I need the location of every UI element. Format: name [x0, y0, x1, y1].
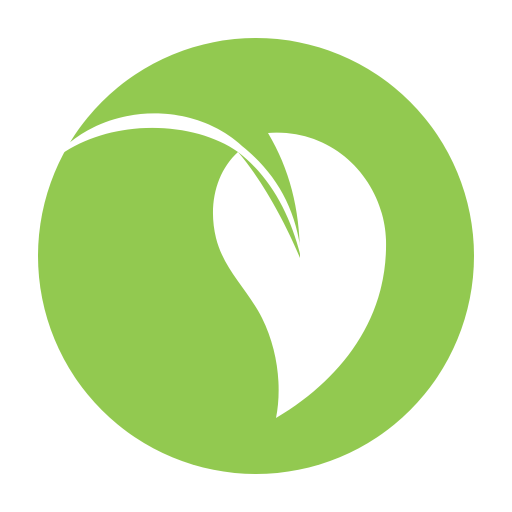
- app-icon-canvas: [0, 0, 512, 512]
- leaf-circle-logo-icon: [38, 38, 474, 474]
